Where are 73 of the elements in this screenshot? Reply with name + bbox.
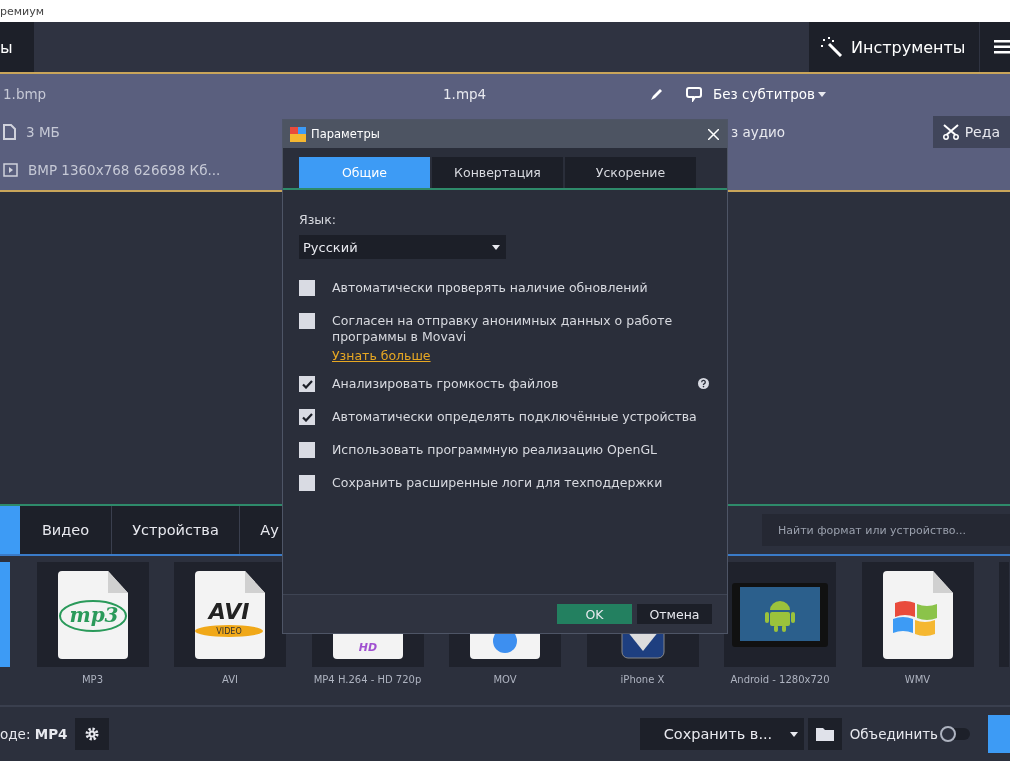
option-label: Анализировать громкость файлов: [332, 376, 560, 392]
checkbox[interactable]: [299, 280, 315, 296]
edit-button[interactable]: Реда: [932, 116, 1010, 148]
ok-button[interactable]: OK: [557, 604, 632, 624]
windows-file-icon: [880, 570, 955, 659]
merge-toggle[interactable]: [940, 728, 970, 740]
cancel-button[interactable]: Отмена: [637, 604, 712, 624]
format-label: AVI: [222, 674, 238, 685]
scissors-icon: [942, 124, 959, 140]
format-tile[interactable]: [0, 562, 10, 667]
mp3-file-icon: mp3: [55, 570, 130, 659]
speech-bubble-icon: [686, 86, 702, 102]
window-title: ремиум: [0, 4, 44, 18]
format-label: MOV: [493, 674, 517, 685]
tools-button[interactable]: Инструменты: [809, 22, 979, 72]
avi-file-icon: AVI VIDEO: [193, 570, 267, 659]
subtitles-dropdown[interactable]: Без субтитров: [713, 86, 827, 102]
film-icon: [3, 163, 18, 177]
help-icon[interactable]: [698, 378, 709, 389]
output-file-name: 1.mp4: [443, 86, 487, 102]
file-icon: [3, 124, 16, 140]
merge-label: Объединить: [849, 726, 938, 742]
close-button[interactable]: [708, 128, 719, 140]
video-info: BMP 1360x768 626698 Кб...: [28, 162, 221, 178]
language-dropdown[interactable]: Русский: [299, 235, 506, 259]
file-size: 3 МБ: [26, 124, 60, 140]
magic-wand-icon: [821, 37, 843, 57]
format-tab[interactable]: Устройства: [112, 506, 240, 554]
dialog-tab[interactable]: Конвертация: [432, 157, 563, 188]
language-label: Язык:: [299, 212, 337, 227]
close-icon: [708, 128, 719, 140]
format-tab[interactable]: Видео: [20, 506, 112, 554]
checkbox[interactable]: [299, 442, 315, 458]
checkbox[interactable]: [299, 409, 315, 425]
folder-button[interactable]: [807, 718, 842, 750]
option-label: Использовать программную реализацию OpenGL: [332, 442, 659, 458]
checkmark-icon: [301, 412, 313, 422]
android-tablet-icon: [732, 582, 828, 647]
output-format: оде: MP4: [0, 726, 68, 742]
format-tile[interactable]: [724, 562, 836, 667]
checkbox[interactable]: [299, 313, 315, 329]
option-label: Автоматически определять подключённые устройства: [332, 409, 698, 425]
checkbox[interactable]: [299, 475, 315, 491]
checkmark-icon: [301, 379, 313, 389]
menu-icon: [994, 40, 1010, 54]
dialog-tab[interactable]: Ускорение: [565, 157, 696, 188]
learn-more-link[interactable]: Узнать больше: [332, 348, 711, 363]
top-tab[interactable]: ы: [0, 22, 34, 72]
save-to-dropdown[interactable]: Сохранить в...: [639, 718, 804, 750]
source-file-name: 1.bmp: [3, 86, 47, 102]
option-label: Согласен на отправку анонимных данных о работе программы в Movavi: [332, 313, 674, 345]
search-field[interactable]: Найти формат или устройство...: [762, 514, 1010, 546]
audio-track: з аудио: [731, 124, 786, 140]
caret-icon: [818, 91, 827, 97]
format-label: MP3: [82, 674, 103, 685]
caret-icon: [789, 731, 798, 737]
folder-icon: [815, 727, 834, 741]
option-label: Автоматически проверять наличие обновлений: [332, 280, 649, 296]
checkbox[interactable]: [299, 376, 315, 392]
settings-button[interactable]: [75, 718, 110, 750]
pencil-icon[interactable]: [651, 88, 663, 100]
caret-icon: [492, 244, 500, 250]
format-label: MP4 H.264 - HD 720p: [313, 674, 422, 685]
format-tile[interactable]: [861, 562, 974, 667]
app-logo-icon: [290, 126, 306, 142]
format-label: iPhone X: [620, 674, 665, 685]
format-tile[interactable]: AVI VIDEO: [174, 562, 286, 667]
format-label: Android - 1280x720: [730, 674, 830, 685]
option-label: Сохранить расширенные логи для техподдержки: [332, 475, 664, 491]
format-label: WMV: [904, 674, 931, 685]
settings-icon: [84, 726, 101, 742]
dialog-title: Параметры: [311, 127, 380, 141]
menu-button[interactable]: [980, 22, 1010, 72]
